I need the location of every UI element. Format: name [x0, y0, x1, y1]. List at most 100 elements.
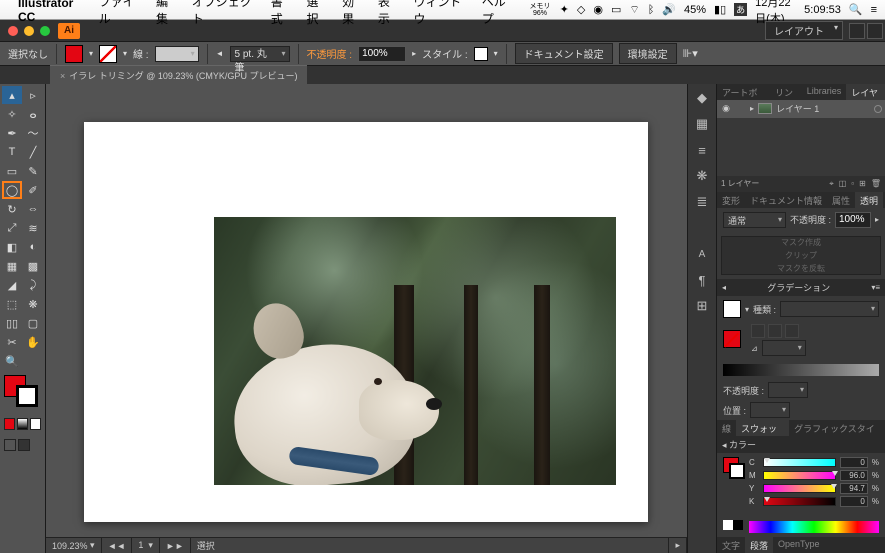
stroke-grad-within-icon[interactable]: [751, 324, 765, 338]
dock-character-icon[interactable]: A: [692, 244, 712, 264]
transparency-opacity-input[interactable]: [835, 212, 871, 228]
perspective-tool[interactable]: ▦: [2, 257, 22, 275]
panel-menu-icon[interactable]: ▾≡: [871, 283, 880, 292]
locate-layer-icon[interactable]: ⌖: [829, 179, 834, 189]
reflect-tool[interactable]: ⇔: [23, 200, 43, 218]
tab-stroke[interactable]: 線: [717, 420, 736, 436]
close-tab-icon[interactable]: ×: [60, 71, 65, 81]
menu-edit[interactable]: 編集: [156, 0, 178, 27]
lasso-tool[interactable]: ⴰ: [23, 105, 43, 123]
type-tool[interactable]: T: [2, 143, 22, 161]
make-clipping-icon[interactable]: ◫: [839, 179, 847, 189]
document-tab[interactable]: ×イラレ トリミング @ 109.23% (CMYK/GPU プレビュー): [50, 65, 307, 84]
yellow-slider[interactable]: [763, 484, 836, 493]
gradient-stop-opacity[interactable]: [768, 382, 808, 398]
wifi-icon[interactable]: ⌔: [629, 3, 639, 17]
evernote-icon[interactable]: ✦: [560, 3, 569, 16]
tab-opentype[interactable]: OpenType: [773, 537, 825, 553]
gradient-ramp[interactable]: [723, 364, 879, 376]
artboard[interactable]: [84, 122, 648, 522]
tab-swatches[interactable]: スウォッチ: [736, 420, 789, 436]
ellipse-tool[interactable]: ◯: [2, 181, 22, 199]
gradient-mode-icon[interactable]: [17, 418, 28, 430]
zoom-level[interactable]: 109.23% ▾: [46, 538, 102, 553]
display-icon[interactable]: ▭: [611, 3, 621, 16]
cyan-slider[interactable]: [763, 458, 836, 467]
new-sublayer-icon[interactable]: ▫: [851, 179, 854, 189]
notification-icon[interactable]: ≡: [871, 4, 877, 16]
graphic-style-swatch[interactable]: [474, 47, 488, 61]
dock-stroke-icon[interactable]: ≣: [692, 192, 712, 212]
dock-symbols-icon[interactable]: ❋: [692, 166, 712, 186]
layer-name[interactable]: レイヤー 1: [776, 102, 819, 115]
hand-tool[interactable]: ✋: [23, 333, 43, 351]
direct-selection-tool[interactable]: ▹: [23, 86, 43, 104]
rectangle-tool[interactable]: ▭: [2, 162, 22, 180]
gradient-stroke-swatch[interactable]: [723, 330, 741, 348]
stroke-color-icon[interactable]: [16, 385, 38, 407]
tab-links[interactable]: リンク: [770, 84, 802, 100]
curvature-tool[interactable]: 〜: [23, 124, 43, 142]
close-window-button[interactable]: [8, 26, 18, 36]
battery-icon[interactable]: ▮▯: [714, 3, 726, 16]
disclosure-icon[interactable]: ▸: [750, 104, 754, 113]
arrange-button[interactable]: [867, 23, 883, 39]
tab-docinfo[interactable]: ドキュメント情報: [745, 192, 827, 208]
zoom-tool[interactable]: 🔍: [2, 352, 22, 370]
blend-tool[interactable]: ⬚: [2, 295, 22, 313]
pencil-tool[interactable]: ✐: [23, 181, 43, 199]
nav-next-icon[interactable]: ►►: [160, 538, 191, 553]
gradient-angle-dd[interactable]: [762, 340, 806, 356]
free-transform-tool[interactable]: ◧: [2, 238, 22, 256]
dock-brushes-icon[interactable]: ≡: [692, 140, 712, 160]
black-swatch-icon[interactable]: [733, 520, 743, 530]
cyan-value[interactable]: 0: [840, 457, 868, 468]
status-menu-icon[interactable]: ▸: [669, 538, 687, 553]
yellow-value[interactable]: 94.7: [840, 483, 868, 494]
magic-wand-tool[interactable]: ✧: [2, 105, 22, 123]
artboard-nav[interactable]: 1 ▾: [132, 538, 160, 553]
scale-tool[interactable]: ⤢: [2, 219, 22, 237]
nav-prev-icon[interactable]: ◄◄: [102, 538, 133, 553]
artboard-tool[interactable]: ▢: [23, 314, 43, 332]
menu-view[interactable]: 表示: [378, 0, 400, 27]
width-tool[interactable]: ≋: [23, 219, 43, 237]
delete-layer-icon[interactable]: 🗑: [871, 179, 881, 189]
shape-builder-tool[interactable]: ◐: [23, 238, 43, 256]
tab-attributes[interactable]: 属性: [827, 192, 855, 208]
tab-artboards[interactable]: アートボード: [717, 84, 770, 100]
menu-help[interactable]: ヘルプ: [482, 0, 515, 27]
dock-color-icon[interactable]: ◆: [692, 88, 712, 108]
none-mode-icon[interactable]: [30, 418, 41, 430]
target-icon[interactable]: [874, 105, 882, 113]
brush-dd[interactable]: 5 pt. 丸筆: [230, 46, 290, 62]
stroke-grad-along-icon[interactable]: [768, 324, 782, 338]
tab-transparency[interactable]: 透明: [855, 192, 883, 208]
column-graph-tool[interactable]: ▯▯: [2, 314, 22, 332]
fill-swatch[interactable]: [65, 45, 83, 63]
app-name[interactable]: Illustrator CC: [18, 0, 87, 24]
bluetooth-icon[interactable]: ᛒ: [648, 4, 655, 16]
paintbrush-tool[interactable]: ✎: [23, 162, 43, 180]
placed-image[interactable]: [214, 217, 616, 485]
ime-icon[interactable]: あ: [734, 3, 747, 16]
stroke-proxy-icon[interactable]: [729, 463, 745, 479]
stroke-grad-across-icon[interactable]: [785, 324, 799, 338]
tab-layers[interactable]: レイヤー: [846, 84, 885, 100]
color-mode-icon[interactable]: [4, 418, 15, 430]
black-slider[interactable]: [763, 497, 836, 506]
tab-transform[interactable]: 変形: [717, 192, 745, 208]
line-tool[interactable]: ╱: [23, 143, 43, 161]
spotlight-icon[interactable]: 🔍: [849, 3, 863, 16]
fill-stroke-indicator[interactable]: [2, 375, 43, 411]
white-swatch-icon[interactable]: [723, 520, 733, 530]
eyedropper-tool[interactable]: ⤸: [23, 276, 43, 294]
menu-object[interactable]: オブジェクト: [192, 0, 257, 27]
opacity-input[interactable]: [358, 46, 406, 62]
new-layer-icon[interactable]: ⊞: [859, 179, 866, 189]
gradient-swatch[interactable]: [723, 300, 741, 318]
selection-tool[interactable]: ▴: [2, 86, 22, 104]
menu-window[interactable]: ウィンドウ: [414, 0, 468, 27]
magenta-value[interactable]: 96.0: [840, 470, 868, 481]
tab-character[interactable]: 文字: [717, 537, 745, 553]
